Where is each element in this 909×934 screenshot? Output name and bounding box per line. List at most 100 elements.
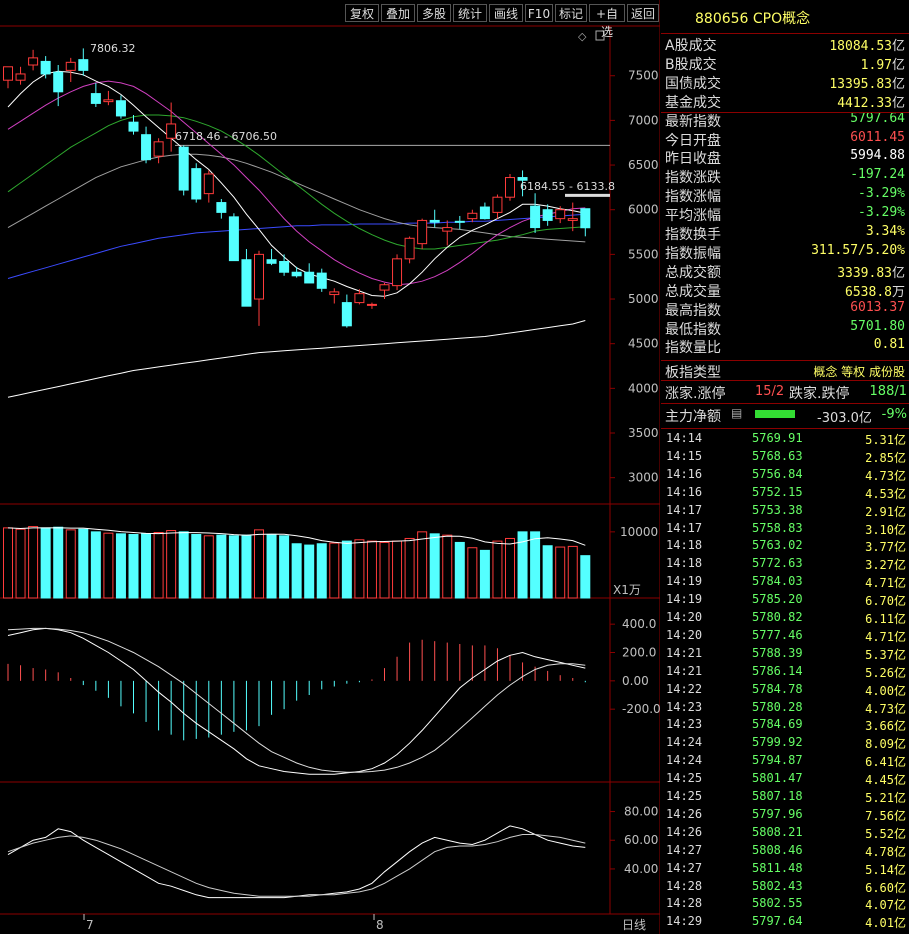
tick-row: 14:16 5756.84 4.73亿 (662, 466, 908, 484)
tick-time: 14:27 (666, 860, 703, 875)
tick-volume: 4.45亿 (865, 773, 906, 788)
tick-price: 5811.48 (752, 860, 803, 875)
volume-bar (442, 534, 453, 599)
price-annotation: 6184.55 - 6133.8 (520, 180, 615, 193)
date-label: 8 (376, 918, 384, 932)
tick-price: 5769.91 (752, 431, 803, 445)
quote-row: 指数涨幅 -3.29% (661, 185, 909, 205)
candle-body (467, 212, 478, 220)
tick-time: 14:14 (666, 431, 703, 445)
quote-number: 3.34% (865, 224, 905, 239)
quote-row: A股成交 18084.53亿 (661, 34, 909, 54)
price-axis-label: 5000 (628, 292, 659, 306)
candle-body (216, 202, 227, 213)
candle-body (354, 293, 365, 304)
volume-bar (429, 533, 440, 599)
candle-body (115, 100, 126, 117)
quote-row: 今日开盘 6011.45 (661, 129, 909, 149)
tick-volume: 4.73亿 (865, 701, 906, 716)
tick-row: 14:19 5785.20 6.70亿 (662, 591, 908, 609)
price-axis-label: 7500 (628, 69, 659, 83)
add-watchlist-button[interactable]: +自选 (589, 4, 625, 39)
quote-row: 最低指数 5701.80 (661, 318, 909, 338)
kline-chart[interactable]: 7500 7000 6500 6000 5500 5000 4500 4000 3500 3000… (0, 0, 660, 934)
candle-body (479, 206, 490, 220)
candle-body (178, 146, 189, 191)
kdj-axis-label: 40.00 (624, 862, 658, 876)
up-count-label: 涨家.涨停 (665, 386, 726, 402)
tick-row: 14:28 5802.55 4.07亿 (662, 895, 908, 913)
quote-value: 3.34% (866, 224, 905, 239)
tick-time: 14:25 (666, 771, 703, 786)
candle-body (304, 271, 315, 284)
tick-row: 14:23 5784.69 3.66亿 (662, 716, 908, 734)
mark-button[interactable]: 标记 (555, 4, 587, 22)
tick-price: 5807.18 (752, 789, 803, 803)
tick-row: 14:18 5763.02 3.77亿 (662, 537, 908, 555)
tick-volume: 6.60亿 (865, 880, 906, 895)
restore-rights-button[interactable]: 复权 (345, 4, 379, 22)
tick-time: 14:17 (666, 520, 703, 535)
board-type-value[interactable]: 概念 等权 成份股 (813, 363, 905, 380)
candle-body (417, 219, 428, 245)
tick-volume: 4.71亿 (865, 576, 906, 591)
quote-number: 5701.80 (850, 318, 905, 334)
price-axis-label: 3000 (628, 471, 659, 485)
tick-time: 14:26 (666, 806, 703, 821)
volume-bar (266, 533, 277, 599)
tick-row: 14:14 5769.91 5.31亿 (662, 430, 908, 448)
tick-time: 14:25 (666, 789, 703, 803)
tick-price: 5786.14 (752, 663, 803, 678)
quote-row: 指数换手 3.34% (661, 223, 909, 243)
tick-price: 5797.64 (752, 914, 803, 929)
price-annotation: 6718.46 - 6706.50 (175, 130, 277, 143)
tick-time: 14:19 (666, 574, 703, 589)
quote-value: -3.29% (858, 205, 905, 220)
price-axis-label: 4000 (628, 381, 659, 395)
volume-bar (28, 526, 39, 599)
main-flow-row: 主力净额 ▤ -303.0亿 -9% (661, 405, 909, 426)
tick-volume: 4.07亿 (865, 898, 906, 913)
kdj-d-line (7, 834, 586, 897)
quote-unit: 亿 (891, 39, 905, 54)
tick-time: 14:19 (666, 592, 703, 607)
tick-volume: 4.53亿 (865, 486, 906, 501)
volume-bar (404, 537, 415, 599)
volume-bar (329, 542, 340, 599)
tick-volume: 5.31亿 (865, 433, 906, 447)
quote-number: 6538.8 (845, 284, 892, 300)
quote-row: 国债成交 13395.83亿 (661, 72, 909, 92)
tick-row: 14:27 5808.46 4.78亿 (662, 842, 908, 860)
tick-volume: 5.14亿 (865, 862, 906, 877)
volume-bar (153, 532, 164, 599)
tick-price: 5808.21 (752, 824, 803, 839)
tick-volume: 4.01亿 (865, 916, 906, 931)
tick-time: 14:28 (666, 878, 703, 893)
candle-body (228, 216, 239, 262)
macd-dif-line (7, 627, 586, 775)
overlay-button[interactable]: 叠加 (381, 4, 415, 22)
f10-button[interactable]: F10 (525, 4, 553, 22)
quote-number: -3.29% (858, 186, 905, 202)
quote-row: 总成交额 3339.83亿 (661, 261, 909, 281)
panel-divider (661, 360, 909, 361)
tick-time: 14:20 (666, 610, 703, 624)
tick-price: 5802.55 (752, 896, 803, 911)
statistics-button[interactable]: 统计 (453, 4, 487, 22)
board-type-label: 板指类型 (665, 365, 721, 381)
draw-line-button[interactable]: 画线 (489, 4, 523, 22)
candle-body (65, 61, 76, 71)
candle-body (203, 173, 214, 195)
tick-row: 14:29 5797.64 4.01亿 (662, 913, 908, 931)
list-icon[interactable]: ▤ (731, 406, 742, 420)
multi-stock-button[interactable]: 多股 (417, 4, 451, 22)
candle-body (279, 261, 290, 273)
period-label[interactable]: 日线 (622, 918, 646, 932)
tick-volume: 2.85亿 (865, 450, 906, 465)
tick-price: 5753.38 (752, 502, 803, 517)
candle-body (567, 218, 578, 221)
ma20-line (7, 114, 586, 250)
quote-value: -3.29% (858, 186, 905, 201)
quote-unit: 万 (891, 284, 905, 300)
back-button[interactable]: 返回 (627, 4, 659, 22)
